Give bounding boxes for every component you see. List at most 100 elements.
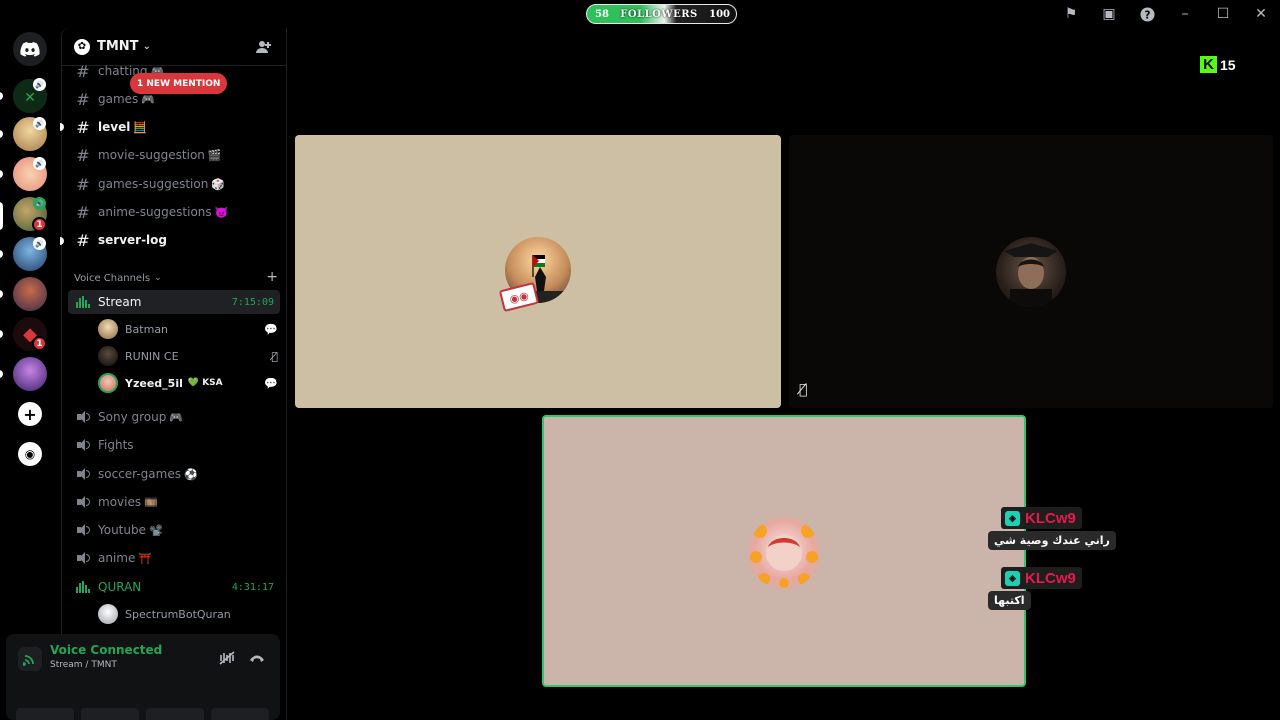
channel-emoji: 🧮: [133, 120, 148, 134]
activity-button[interactable]: [146, 708, 204, 720]
channel-emoji: 🎬: [207, 148, 222, 162]
window-controls: ⚑ ▣ ? – ☐ ✕: [1052, 0, 1280, 28]
chat-username-badge: ◈ KLCw9: [1001, 507, 1082, 529]
voice-activity-icon: [75, 296, 91, 308]
followers-label: FOLLOWERS: [620, 8, 698, 20]
voice-channel-anime[interactable]: anime ⛩️: [68, 546, 280, 570]
channel-games-suggestion[interactable]: # games-suggestion 🎲: [68, 172, 280, 196]
channel-label: Sony group: [98, 410, 167, 424]
channel-emoji: 🎮: [169, 410, 184, 424]
discord-home-icon[interactable]: [13, 32, 47, 66]
channel-label: level: [98, 120, 131, 134]
disconnect-icon[interactable]: [246, 647, 268, 669]
voice-channel-movies[interactable]: movies 🎞️: [68, 490, 280, 514]
voice-user-name: Yzeed_5il: [125, 376, 183, 390]
channel-emoji: 📽️: [149, 523, 163, 537]
muted-mic-icon: 🎙̸: [271, 349, 278, 363]
voice-channel-fights[interactable]: Fights: [68, 433, 280, 457]
server-icon-8[interactable]: [13, 357, 47, 391]
followers-goal-widget: 58 FOLLOWERS 100: [586, 4, 737, 24]
channel-level[interactable]: # level 🧮: [68, 115, 280, 139]
screen-share-button[interactable]: [81, 708, 139, 720]
kick-logo-icon: K: [1200, 56, 1217, 73]
soundboard-button[interactable]: [211, 708, 269, 720]
channel-timer: 7:15:09: [231, 296, 274, 308]
voice-user-name: RUNIN CE: [125, 349, 179, 363]
speaker-icon: [75, 552, 91, 564]
avatar: [98, 373, 118, 393]
close-icon[interactable]: ✕: [1242, 0, 1280, 28]
chat-username: KLCw9: [1025, 509, 1076, 527]
server-rail: ✕ 🔊 🔊 🔊 🔊 1 🔊 ◆ 1 + ◉: [0, 28, 60, 720]
unread-pill: [0, 290, 3, 298]
participant-tile[interactable]: ◉◉: [295, 135, 781, 408]
voice-status-subtitle[interactable]: Stream / TMNT: [50, 660, 117, 670]
hash-icon: #: [76, 145, 90, 165]
chevron-down-icon: ⌄: [142, 41, 151, 52]
channel-label: games: [98, 92, 139, 106]
minimize-icon[interactable]: –: [1166, 0, 1204, 28]
user-tag: 💚 KSA: [187, 378, 223, 388]
channel-label: movies: [98, 495, 142, 509]
create-channel-icon[interactable]: +: [266, 269, 278, 285]
voice-channel-quran[interactable]: QURAN 4:31:17: [68, 575, 280, 599]
speaker-icon: [75, 411, 91, 423]
unread-pill: [0, 250, 3, 258]
add-server-icon[interactable]: +: [18, 402, 42, 426]
channel-emoji: 🎞️: [144, 495, 158, 509]
voice-channel-youtube[interactable]: Youtube 📽️: [68, 518, 280, 542]
help-icon[interactable]: ?: [1128, 0, 1166, 28]
channel-server-log[interactable]: # server-log: [68, 228, 280, 252]
participant-tile-speaking[interactable]: [542, 415, 1026, 687]
new-mention-pill[interactable]: 1 NEW MENTION: [130, 73, 228, 94]
voice-user[interactable]: Batman 💬: [98, 317, 278, 341]
channel-movie-suggestion[interactable]: # movie-suggestion 🎬: [68, 143, 280, 167]
voice-stage: K 15 ◉◉ 🎙̸ ◈ KLCw9 راني عندك وصية شي ◈ K…: [288, 28, 1280, 720]
stream-chat-icon: 💬: [264, 322, 278, 336]
voice-channel-sony-group[interactable]: Sony group 🎮: [68, 405, 280, 429]
voice-user[interactable]: RUNIN CE 🎙̸: [98, 344, 278, 368]
channel-emoji: ⛩️: [138, 551, 153, 565]
unread-pill: [0, 370, 3, 378]
svg-text:?: ?: [1144, 9, 1150, 21]
channel-label: soccer-games: [98, 467, 181, 481]
camera-button[interactable]: [16, 708, 74, 720]
voice-user[interactable]: Yzeed_5il 💚 KSA 💬: [98, 371, 278, 395]
channel-label: Youtube: [98, 523, 146, 537]
server-icon-6[interactable]: [13, 277, 47, 311]
voice-channel-soccer-games[interactable]: soccer-games ⚽: [68, 462, 280, 486]
speaker-icon: 🔊: [33, 197, 46, 210]
voice-status-title[interactable]: Voice Connected: [50, 643, 162, 657]
channel-emoji: 🎮: [141, 92, 155, 106]
chat-message: راني عندك وصية شي: [988, 531, 1116, 550]
channel-emoji: ⚽: [183, 467, 198, 481]
guild-boost-icon: ✿: [74, 38, 90, 55]
muted-mic-icon: 🎙̸: [799, 382, 808, 398]
chevron-down-icon: ⌄: [154, 273, 162, 283]
voice-channels-category[interactable]: Voice Channels ⌄ +: [74, 269, 278, 286]
speaker-icon: [75, 439, 91, 451]
signal-icon[interactable]: [18, 647, 42, 671]
flag-icon[interactable]: ⚑: [1052, 0, 1090, 28]
channel-emoji: 🎲: [211, 177, 226, 191]
unread-pill: [0, 330, 3, 338]
hash-icon: #: [76, 89, 90, 109]
speaker-icon: [75, 496, 91, 508]
channel-label: anime-suggestions: [98, 205, 212, 219]
mention-badge: 1: [32, 217, 47, 232]
unread-pill: [0, 130, 3, 138]
invite-people-icon[interactable]: [256, 39, 272, 55]
kick-viewer-count: 15: [1220, 56, 1236, 73]
voice-user[interactable]: SpectrumBotQuran: [98, 602, 278, 626]
maximize-icon[interactable]: ☐: [1204, 0, 1242, 28]
participant-tile[interactable]: 🎙̸: [789, 135, 1273, 408]
voice-channel-stream[interactable]: Stream 7:15:09: [68, 290, 280, 314]
noise-suppression-icon[interactable]: [216, 647, 238, 669]
speaker-icon: [75, 524, 91, 536]
explore-servers-icon[interactable]: ◉: [18, 442, 42, 466]
channel-label: games-suggestion: [98, 177, 209, 191]
channel-anime-suggestions[interactable]: # anime-suggestions 👿: [68, 200, 280, 224]
channel-label: Stream: [98, 295, 142, 309]
inbox-icon[interactable]: ▣: [1090, 0, 1128, 28]
speaker-icon: 🔊: [33, 117, 46, 130]
